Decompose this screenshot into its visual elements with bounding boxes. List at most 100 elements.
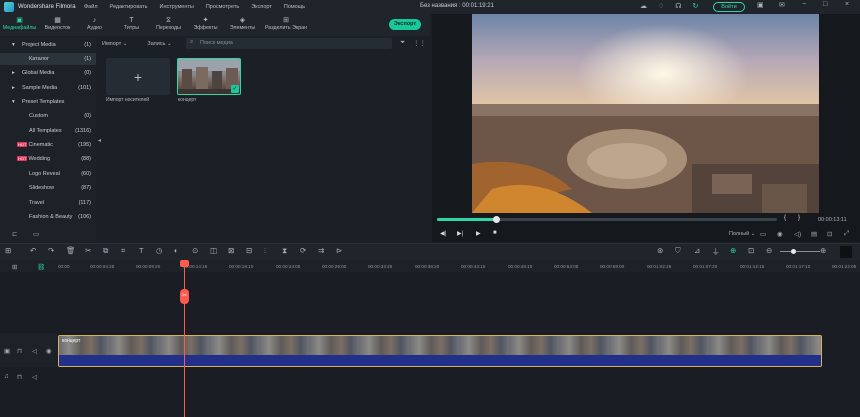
zoom-slider-track[interactable] <box>780 251 820 252</box>
sidebar-item-wedding[interactable]: HOT Wedding (88) <box>0 153 96 165</box>
lock-icon[interactable]: ⊓ <box>17 347 22 355</box>
render-icon[interactable]: ▤ <box>811 230 817 238</box>
cloud-icon[interactable]: ☁ <box>640 1 647 13</box>
detach-icon[interactable]: ⇉ <box>318 246 324 255</box>
volume-icon[interactable]: ◁) <box>794 230 801 238</box>
grid-view-icon[interactable]: ⋮⋮ <box>413 39 426 47</box>
sidebar-item-catalog[interactable]: Каталог (1) <box>0 53 96 65</box>
expand-icon[interactable]: ⤢ <box>844 230 849 238</box>
play-back-icon[interactable]: ▶| <box>457 230 463 237</box>
lock-icon[interactable]: ⊓ <box>17 373 22 381</box>
fit-icon[interactable]: ⊠ <box>228 246 234 255</box>
tab-transitions[interactable]: ⧖ Переходы <box>150 14 187 31</box>
close-icon[interactable]: × <box>845 1 849 8</box>
stop-icon[interactable]: ■ <box>493 230 497 236</box>
tab-stock[interactable]: ▦ Видеосток <box>39 14 76 31</box>
mark-out-icon[interactable]: } <box>798 215 800 221</box>
green-screen-icon[interactable]: ◫ <box>210 246 217 255</box>
tab-effects[interactable]: ✦ Эффекты <box>187 14 224 31</box>
playhead-line[interactable] <box>184 262 185 417</box>
voiceover-icon[interactable]: ⊡ <box>748 246 754 255</box>
sidebar-item-project-media[interactable]: ▾ Project Media (1) <box>0 39 96 51</box>
tab-audio[interactable]: ♪ Аудио <box>76 14 113 31</box>
sidebar-item-cinematic[interactable]: HOT Cinematic (195) <box>0 139 96 151</box>
mute-icon[interactable]: ◁ <box>32 347 37 355</box>
sync-icon[interactable]: ↻ <box>693 1 699 13</box>
panel-toggle-icon[interactable] <box>840 246 852 258</box>
tab-split-screen[interactable]: ⊞ Разделить Экран <box>261 14 311 31</box>
play-icon[interactable]: ▶ <box>476 230 481 237</box>
save-icon[interactable]: ▣ <box>757 1 764 9</box>
video-clip[interactable]: концерт <box>58 335 822 367</box>
previous-frame-icon[interactable]: ◀| <box>440 230 446 237</box>
minimize-icon[interactable]: − <box>802 1 806 8</box>
tab-elements[interactable]: ◈ Элементы <box>224 14 261 31</box>
audio-mixer-icon[interactable]: ⫶ <box>264 246 266 256</box>
sidebar-item-fashion-beauty[interactable]: Fashion & Beauty (106) <box>0 211 96 223</box>
mark-in-icon[interactable]: { <box>784 215 786 221</box>
new-folder-icon[interactable]: ⊏ <box>12 230 17 238</box>
sidebar-item-sample-media[interactable]: ▸ Sample Media (101) <box>0 82 96 94</box>
zoom-out-icon[interactable]: ⊖ <box>766 246 772 255</box>
login-button[interactable]: Войти <box>713 2 745 12</box>
delete-icon[interactable]: 🗑 <box>66 246 76 255</box>
undo-icon[interactable]: ↶ <box>30 246 36 255</box>
message-icon[interactable]: ✉ <box>779 1 785 9</box>
microphone-icon[interactable]: ⏚ <box>712 246 720 257</box>
menu-view[interactable]: Просмотреть <box>200 4 245 10</box>
record-dropdown[interactable]: Запись ⌄ <box>147 41 171 47</box>
search-input[interactable]: Поиск медиа <box>186 38 392 49</box>
tab-media[interactable]: ▣ Медиафайлы <box>0 14 39 31</box>
zoom-in-icon[interactable]: ⊕ <box>820 246 826 255</box>
zoom-slider-handle[interactable] <box>791 249 796 254</box>
redo-icon[interactable]: ↷ <box>48 246 54 255</box>
tab-titles[interactable]: T Титры <box>113 14 150 31</box>
eye-icon[interactable]: ◉ <box>46 347 52 355</box>
sidebar-item-custom[interactable]: Custom (0) <box>0 110 96 122</box>
layout-icon[interactable]: ⊞ <box>5 246 11 255</box>
scene-detect-icon[interactable]: ⊳ <box>336 246 342 255</box>
link-icon[interactable]: ⛓ <box>37 263 45 271</box>
quality-dropdown[interactable]: Полный ⌄ <box>729 231 755 237</box>
rotate-icon[interactable]: ⟳ <box>300 246 306 255</box>
sidebar-item-slideshow[interactable]: Slideshow (87) <box>0 182 96 194</box>
filter-icon[interactable]: ⏷ <box>400 39 405 47</box>
headset-icon[interactable]: ☊ <box>675 1 681 13</box>
shield-icon[interactable]: ⛉ <box>675 246 681 256</box>
render-preview-icon[interactable]: ⊛ <box>657 246 663 255</box>
folder-icon[interactable]: ▭ <box>33 230 39 238</box>
snap-icon[interactable]: ⊕ <box>730 246 736 255</box>
sidebar-item-logo-reveal[interactable]: Logo Reveal (60) <box>0 168 96 180</box>
import-media-tile[interactable]: + <box>106 58 170 95</box>
menu-edit[interactable]: Редактировать <box>104 4 154 10</box>
crop-icon[interactable]: ⧉ <box>103 246 108 256</box>
preview-scrubber-handle[interactable] <box>493 216 500 223</box>
menu-help[interactable]: Помощь <box>278 4 311 10</box>
mute-icon[interactable]: ◁ <box>32 373 37 381</box>
playhead-scissors-icon[interactable]: ✂ <box>180 289 189 304</box>
collapse-sidebar-icon[interactable]: ◂ <box>98 137 101 144</box>
sidebar-item-global-media[interactable]: ▸ Global Media (0) <box>0 67 96 79</box>
sidebar-item-all-templates[interactable]: All Templates (1316) <box>0 125 96 137</box>
playhead-handle[interactable] <box>180 260 189 267</box>
export-button[interactable]: Экспорт <box>389 19 421 30</box>
color-icon[interactable]: ◐ <box>174 246 179 255</box>
sidebar-item-travel[interactable]: Travel (117) <box>0 197 96 209</box>
lightbulb-icon[interactable]: ♢ <box>658 1 664 13</box>
split-audio-icon[interactable]: ⧗ <box>282 246 287 256</box>
menu-file[interactable]: Файл <box>78 4 104 10</box>
snapshot-icon[interactable]: ◉ <box>777 230 783 238</box>
text-edit-icon[interactable]: T <box>139 246 144 255</box>
display-icon[interactable]: ▭ <box>760 230 766 238</box>
media-clip-thumbnail[interactable]: ✓ <box>177 58 241 95</box>
maximize-icon[interactable]: □ <box>823 1 827 8</box>
menu-tools[interactable]: Инструменты <box>154 4 200 10</box>
marker-icon[interactable]: ⊿ <box>694 246 700 255</box>
audio-settings-icon[interactable]: ⊙ <box>192 246 198 255</box>
stabilize-icon[interactable]: ⊟ <box>246 246 252 255</box>
speed-icon[interactable]: ◷ <box>156 246 163 255</box>
sidebar-item-preset-templates[interactable]: ▾ Preset Templates <box>0 96 96 108</box>
add-track-icon[interactable]: ⊞ <box>12 263 17 271</box>
menu-export[interactable]: Экспорт <box>245 4 278 10</box>
crop-zoom-icon[interactable]: ⌗ <box>121 246 125 256</box>
